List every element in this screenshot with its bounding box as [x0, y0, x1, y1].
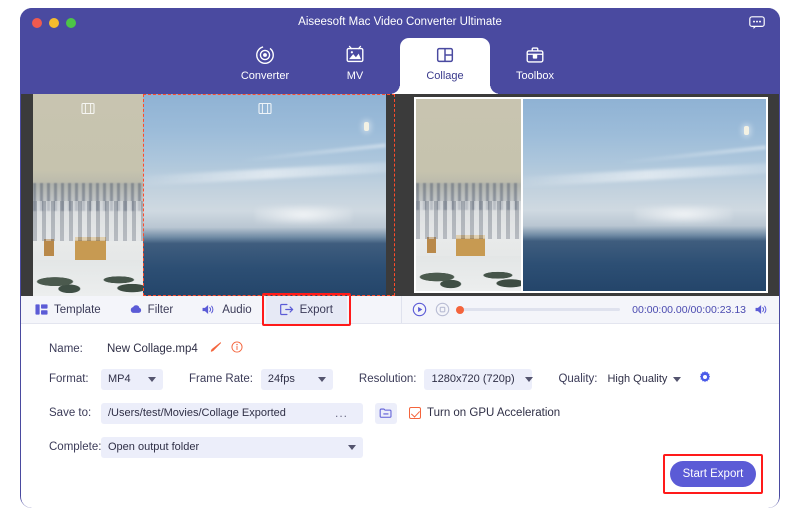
video-cell-sea-left[interactable]: [143, 94, 386, 296]
resolution-select[interactable]: 1280x720 (720p): [424, 369, 532, 390]
film-strip-icon: [258, 102, 272, 115]
subtab-filter[interactable]: Filter: [115, 296, 188, 323]
framerate-label: Frame Rate:: [189, 373, 253, 385]
saveto-label: Save to:: [49, 407, 101, 419]
saveto-path-value: /Users/test/Movies/Collage Exported: [108, 407, 286, 419]
tab-toolbox-label: Toolbox: [516, 70, 554, 82]
audio-speaker-icon: [201, 303, 216, 316]
title-bar: Aiseesoft Mac Video Converter Ultimate: [20, 8, 780, 38]
preview-editor-pane[interactable]: [21, 94, 403, 296]
converter-disc-icon: [254, 42, 276, 68]
folder-icon[interactable]: [375, 403, 397, 424]
subtab-template-label: Template: [54, 304, 101, 316]
tab-mv-label: MV: [347, 70, 364, 82]
tab-toolbox[interactable]: Toolbox: [490, 38, 580, 94]
chevron-down-icon: [318, 377, 326, 382]
speech-bubble-icon[interactable]: [749, 16, 765, 30]
chevron-down-icon: [348, 445, 356, 450]
chevron-down-icon: [148, 377, 156, 382]
subtab-audio[interactable]: Audio: [187, 296, 265, 323]
saveto-row: Save to: /Users/test/Movies/Collage Expo…: [21, 398, 779, 428]
subtab-export[interactable]: Export: [266, 296, 347, 323]
preview-output-pane[interactable]: [403, 94, 779, 296]
export-arrow-icon: [280, 303, 294, 316]
start-export-button[interactable]: Start Export: [670, 461, 756, 487]
checkbox-checked-icon: [409, 407, 421, 419]
chevron-down-icon: [673, 377, 681, 382]
framerate-select[interactable]: 24fps: [261, 369, 333, 390]
resolution-value: 1280x720 (720p): [431, 373, 514, 385]
name-value: New Collage.mp4: [107, 343, 198, 355]
browse-button[interactable]: ...: [335, 406, 348, 420]
format-value: MP4: [108, 373, 131, 385]
video-cell-sea-right: [523, 99, 766, 291]
playback-timecode: 00:00:00.00/00:00:23.13: [632, 304, 746, 316]
export-panel: Template Filter Audio: [21, 296, 779, 508]
gpu-acceleration-label: Turn on GPU Acceleration: [427, 407, 560, 419]
mv-picture-icon: [344, 42, 366, 68]
start-export-highlight: Start Export: [663, 454, 763, 494]
framerate-value: 24fps: [268, 373, 295, 385]
playback-progress-track[interactable]: [458, 308, 620, 311]
app-window: Aiseesoft Mac Video Converter Ultimate C…: [20, 8, 780, 508]
tab-collage-label: Collage: [426, 70, 463, 82]
stop-circle-icon[interactable]: [435, 302, 450, 317]
name-label: Name:: [49, 343, 101, 355]
main-tabbar: Converter MV Collage: [20, 38, 780, 94]
format-select[interactable]: MP4: [101, 369, 163, 390]
subtab-template[interactable]: Template: [21, 296, 115, 323]
filter-droplet-icon: [129, 303, 142, 316]
gpu-acceleration-checkbox[interactable]: Turn on GPU Acceleration: [409, 407, 560, 419]
toolbox-briefcase-icon: [524, 42, 546, 68]
name-row: Name: New Collage.mp4: [21, 334, 779, 364]
quality-value: High Quality: [607, 373, 667, 385]
info-circle-icon[interactable]: [231, 340, 243, 358]
subtab-export-label: Export: [300, 304, 333, 316]
format-label: Format:: [49, 373, 101, 385]
subtab-audio-label: Audio: [222, 304, 251, 316]
subtab-filter-label: Filter: [148, 304, 174, 316]
export-form: Name: New Collage.mp4: [21, 324, 779, 462]
video-cell-city-right: [416, 99, 521, 291]
complete-label: Complete:: [49, 441, 101, 453]
format-row: Format: MP4 Frame Rate: 24fps Resolution…: [21, 364, 779, 394]
resolution-label: Resolution:: [359, 373, 417, 385]
tab-collage[interactable]: Collage: [400, 38, 490, 94]
tab-converter[interactable]: Converter: [220, 38, 310, 94]
pencil-edit-icon[interactable]: [210, 340, 222, 358]
complete-action-value: Open output folder: [108, 441, 199, 453]
quality-label: Quality:: [558, 373, 597, 385]
playhead-handle[interactable]: [456, 306, 464, 314]
chevron-down-icon: [525, 377, 533, 382]
app-title: Aiseesoft Mac Video Converter Ultimate: [20, 16, 780, 28]
tab-converter-label: Converter: [241, 70, 289, 82]
film-strip-icon: [81, 102, 95, 115]
complete-action-select[interactable]: Open output folder: [101, 437, 363, 458]
collage-layout-icon: [434, 42, 456, 68]
preview-area: [21, 94, 779, 296]
saveto-path-field[interactable]: /Users/test/Movies/Collage Exported ...: [101, 403, 363, 424]
gear-icon[interactable]: [698, 370, 712, 389]
quality-select[interactable]: High Quality: [605, 369, 688, 390]
player-controls: 00:00:00.00/00:00:23.13: [402, 296, 779, 323]
template-layout-icon: [35, 303, 48, 316]
play-circle-icon[interactable]: [412, 302, 427, 317]
volume-icon[interactable]: [754, 303, 769, 316]
edit-subtabs: Template Filter Audio: [21, 296, 779, 324]
tab-mv[interactable]: MV: [310, 38, 400, 94]
video-cell-city-left[interactable]: [33, 94, 143, 296]
